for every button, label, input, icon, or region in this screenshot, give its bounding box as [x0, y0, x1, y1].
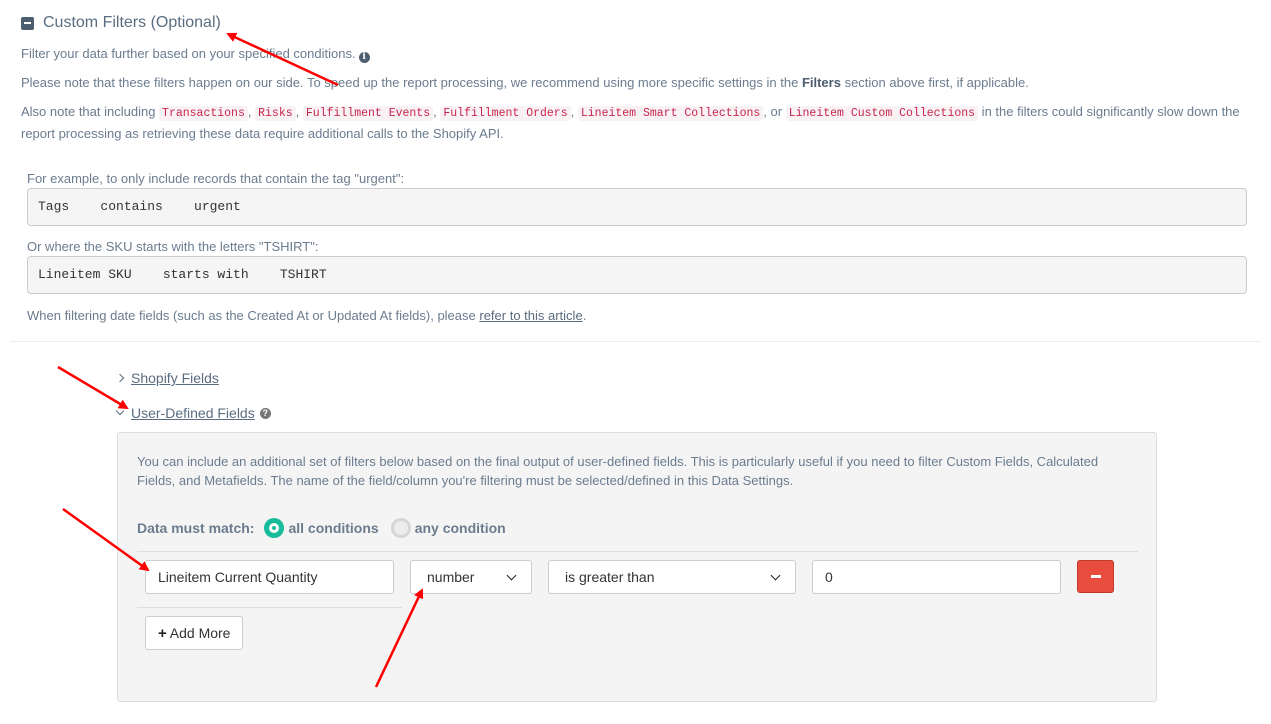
- row-divider: [137, 551, 1138, 552]
- chevron-down-icon: [770, 570, 781, 580]
- add-more-button[interactable]: + Add More: [145, 616, 244, 650]
- sku-example-code: Lineitem SKU starts with TSHIRT: [27, 256, 1247, 294]
- remove-filter-button[interactable]: [1077, 560, 1114, 593]
- code-fulfillment-events: Fulfillment Events: [302, 106, 434, 121]
- code-custom-collections: Lineitem Custom Collections: [785, 106, 979, 121]
- tree-item-shopify-fields[interactable]: Shopify Fields: [115, 370, 219, 386]
- code-fulfillment-orders: Fulfillment Orders: [440, 106, 571, 121]
- intro-text: Filter your data further based on your s…: [21, 44, 1251, 64]
- section-title: Custom Filters (Optional): [43, 14, 221, 31]
- row-divider: [137, 607, 402, 608]
- tree-item-user-defined-fields[interactable]: User-Defined Fields ?: [115, 405, 271, 421]
- field-type-select[interactable]: number: [410, 560, 532, 594]
- sku-example-label: Or where the SKU starts with the letters…: [27, 239, 319, 254]
- tag-example-label: For example, to only include records tha…: [27, 171, 405, 186]
- divider: [10, 341, 1261, 342]
- panel-description: You can include an additional set of fil…: [137, 454, 1099, 488]
- field-name-input[interactable]: Lineitem Current Quantity: [145, 560, 394, 594]
- match-mode-row: Data must match: all conditions any cond…: [137, 518, 506, 538]
- minus-icon: [1090, 575, 1101, 578]
- date-filter-note: When filtering date fields (such as the …: [27, 308, 587, 323]
- chevron-down-icon: [506, 570, 517, 580]
- radio-any-label[interactable]: any condition: [415, 520, 506, 536]
- custom-filters-header[interactable]: Custom Filters (Optional): [21, 14, 221, 32]
- operator-select[interactable]: is greater than: [548, 560, 796, 594]
- chevron-down-icon: [115, 406, 125, 416]
- tag-example-code: Tags contains urgent: [27, 188, 1247, 226]
- code-risks: Risks: [255, 106, 296, 121]
- refer-article-link[interactable]: refer to this article: [479, 308, 582, 323]
- code-smart-collections: Lineitem Smart Collections: [577, 106, 764, 121]
- radio-all-conditions[interactable]: [264, 518, 285, 538]
- radio-all-label[interactable]: all conditions: [288, 520, 378, 536]
- performance-note: Also note that including Transactions, R…: [21, 104, 1240, 141]
- help-icon[interactable]: ?: [259, 407, 271, 419]
- plus-icon: +: [158, 624, 167, 642]
- user-defined-fields-link[interactable]: User-Defined Fields: [131, 405, 255, 421]
- filter-value-input[interactable]: 0: [812, 560, 1061, 594]
- info-icon[interactable]: i: [358, 51, 370, 63]
- note-text: Please note that these filters happen on…: [21, 75, 1029, 90]
- collapse-icon[interactable]: [21, 16, 34, 30]
- chevron-right-icon: [115, 373, 125, 383]
- code-transactions: Transactions: [159, 106, 248, 121]
- radio-any-condition[interactable]: [390, 518, 411, 538]
- shopify-fields-link[interactable]: Shopify Fields: [131, 370, 219, 386]
- match-label: Data must match:: [137, 520, 255, 536]
